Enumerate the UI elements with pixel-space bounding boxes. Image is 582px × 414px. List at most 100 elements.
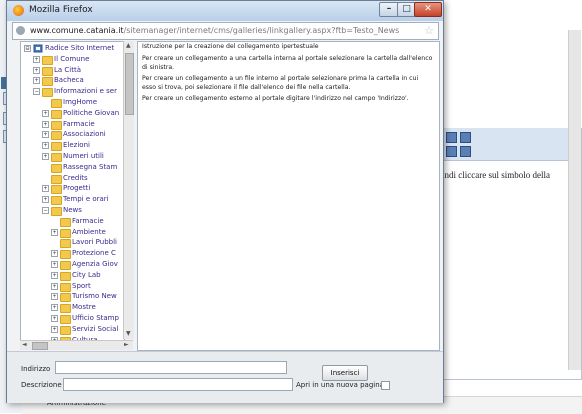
tree-expander-icon[interactable]: ⊟ — [24, 45, 31, 52]
tree-expander-icon[interactable]: + — [42, 109, 49, 117]
tree-expander-icon[interactable]: + — [42, 131, 49, 139]
tree-expander-icon[interactable]: + — [42, 120, 49, 128]
url-path: /sitemanager/internet/cms/galleries/link… — [123, 26, 400, 35]
folder-icon — [42, 88, 53, 98]
tree-item-label: Elezioni — [63, 141, 90, 150]
background-editor-text: quindi cliccare sul simbolo della — [433, 170, 550, 180]
tree-item-label: Informazioni e ser — [54, 87, 117, 96]
folder-icon — [60, 282, 71, 292]
folder-icon — [60, 217, 71, 227]
tree-expander-icon[interactable]: + — [51, 315, 58, 322]
scroll-up-arrow-icon[interactable]: ▲ — [126, 42, 131, 49]
toolbar-button-icon — [446, 132, 457, 143]
scroll-left-arrow-icon[interactable]: ◄ — [22, 341, 27, 348]
folder-icon — [42, 77, 53, 87]
tree-expander-icon[interactable]: + — [51, 293, 58, 301]
tree-item-label: Progetti — [63, 184, 91, 193]
site-root-icon — [33, 44, 43, 53]
folder-icon — [42, 66, 53, 76]
tree-item-label: Farmacie — [72, 216, 104, 225]
scroll-right-arrow-icon[interactable]: ► — [124, 341, 129, 348]
folder-icon — [51, 142, 62, 152]
new-window-checkbox[interactable] — [381, 381, 390, 390]
description-label: Descrizione — [21, 381, 62, 389]
tree-expander-icon[interactable]: + — [51, 228, 58, 236]
tree-expander-icon[interactable]: + — [51, 271, 58, 279]
toolbar-button-icon — [460, 132, 471, 143]
tree-expander-icon[interactable]: + — [42, 142, 49, 150]
scroll-down-arrow-icon[interactable]: ▼ — [126, 330, 131, 337]
tree-item-label: Ambiente — [72, 227, 106, 236]
tree-item-label: Politiche Giovan — [63, 108, 120, 117]
tree-expander-icon[interactable]: + — [51, 325, 58, 333]
background-editor-toolbar — [428, 128, 580, 161]
tree-item-label: Sport — [72, 281, 91, 290]
tree-expander-icon[interactable]: − — [33, 88, 40, 96]
folder-icon — [51, 174, 62, 184]
tree-expander-icon[interactable]: + — [33, 66, 40, 74]
insert-button[interactable]: Inserisci — [322, 365, 368, 381]
tree-item-label: La Città — [54, 65, 82, 74]
window-title: Mozilla Firefox — [29, 5, 93, 15]
bookmark-star-icon[interactable]: ☆ — [424, 24, 434, 37]
minimize-button[interactable]: – — [379, 2, 399, 17]
tree-item-label: Mostre — [72, 303, 96, 312]
tree-expander-icon[interactable]: + — [42, 153, 49, 160]
tree-item-label: Credits — [63, 173, 88, 182]
url-text: www.comune.catania.it/sitemanager/intern… — [30, 26, 399, 35]
tree-item-label: Il Comune — [54, 54, 90, 63]
tree-item-label: News — [63, 206, 82, 214]
tree-expander-icon[interactable]: + — [42, 196, 49, 204]
address-bar[interactable]: www.comune.catania.it/sitemanager/intern… — [12, 22, 439, 40]
tree-item-label: Rassegna Stam — [63, 162, 118, 171]
description-input[interactable] — [63, 378, 293, 391]
tree-item-label: Numeri utili — [63, 152, 104, 160]
tree-item-label: Protezione C — [72, 249, 116, 258]
folder-icon — [51, 153, 62, 162]
tree-expander-icon[interactable]: + — [42, 185, 49, 193]
tree-item-label: Lavori Pubbli — [72, 238, 117, 247]
tree-horizontal-scrollbar[interactable]: ◄ ► — [20, 340, 133, 350]
tree-expander-icon[interactable]: + — [51, 261, 58, 268]
instructions-line: Per creare un collegamento a un file int… — [142, 75, 419, 91]
tree-item-label: Farmacie — [63, 119, 95, 128]
folder-icon — [60, 304, 71, 314]
instructions-line: Per creare un collegamento a una cartell… — [142, 55, 433, 71]
tree-item-label: Radice Sito Internet — [45, 44, 115, 52]
tree-expander-icon[interactable]: − — [42, 207, 49, 214]
tree-expander-icon[interactable]: + — [51, 282, 58, 290]
address-input[interactable] — [55, 361, 287, 374]
tree-expander-icon[interactable]: + — [51, 250, 58, 258]
folder-icon — [51, 207, 62, 216]
url-domain: www.comune.catania.it — [30, 26, 124, 35]
firefox-logo-icon — [13, 5, 24, 16]
tree-vertical-scrollbar[interactable]: ▲ ▼ — [123, 41, 134, 339]
address-label: Indirizzo — [21, 365, 51, 373]
site-root-icon — [33, 44, 43, 53]
folder-icon — [60, 315, 71, 324]
folder-icon — [60, 250, 71, 260]
tree-expander-icon[interactable]: + — [33, 55, 40, 63]
background-scrollbar — [568, 30, 581, 370]
folder-icon — [60, 228, 71, 238]
window-titlebar[interactable]: Mozilla Firefox – □ ✕ — [7, 1, 443, 21]
background-editor — [428, 128, 582, 380]
firefox-popup-window: Mozilla Firefox – □ ✕ www.comune.catania… — [6, 0, 444, 403]
scroll-thumb[interactable] — [32, 342, 48, 350]
tree-item-label: Bacheca — [54, 76, 84, 85]
folder-icon — [51, 185, 62, 195]
scroll-thumb[interactable] — [125, 53, 134, 115]
globe-icon — [16, 26, 25, 35]
toolbar-button-icon — [446, 146, 457, 157]
new-window-label: Apri in una nuova pagina — [296, 381, 384, 389]
folder-icon — [51, 131, 62, 141]
tree-expander-icon[interactable]: + — [33, 77, 40, 85]
folder-tree[interactable]: ⊟ Radice Sito Internet + Il Comune + La Città… — [20, 41, 125, 341]
tree-item-label: Turismo New — [72, 292, 117, 301]
folder-icon — [60, 271, 71, 281]
folder-icon — [60, 261, 71, 270]
tree-expander-icon[interactable]: + — [51, 304, 58, 312]
toolbar-button-icon — [460, 146, 471, 157]
close-button[interactable]: ✕ — [414, 2, 442, 17]
link-form: Indirizzo Inserisci Descrizione Apri in … — [7, 351, 443, 403]
